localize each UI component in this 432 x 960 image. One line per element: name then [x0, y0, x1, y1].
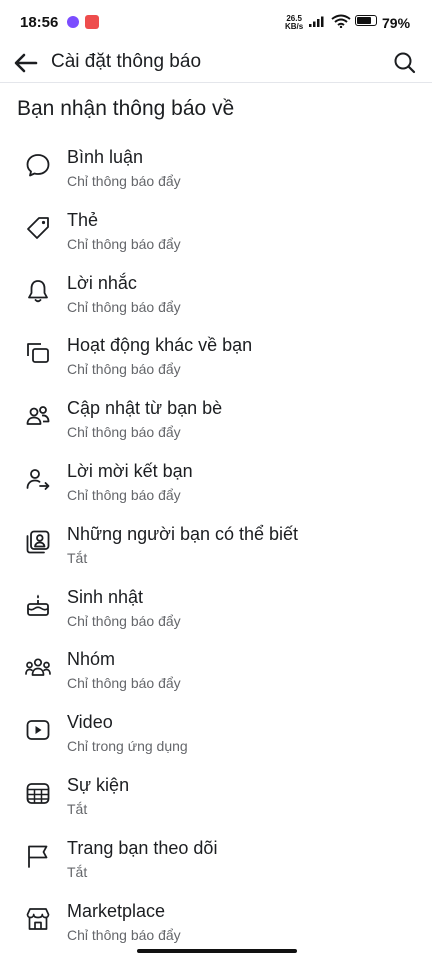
network-speed-unit: KB/s [285, 22, 304, 31]
battery-icon [355, 15, 377, 26]
setting-status: Chỉ thông báo đẩy [67, 486, 181, 503]
setting-label: Marketplace [67, 900, 166, 921]
setting-label: Sự kiện [67, 774, 130, 795]
groups-icon [25, 658, 51, 677]
setting-label: Lời mời kết bạn [67, 460, 193, 481]
setting-status: Tắt [67, 800, 88, 817]
setting-label: Nhóm [67, 649, 116, 670]
setting-row-other-activity[interactable]: Hoạt động khác về bạn Chỉ thông báo đẩy [0, 329, 432, 392]
setting-label: Video [67, 712, 113, 733]
setting-label: Thẻ [67, 209, 99, 230]
setting-row-people-you-may-know[interactable]: Những người bạn có thể biết Tắt [0, 518, 432, 581]
setting-status: Tắt [67, 549, 88, 566]
setting-label: Lời nhắc [67, 272, 137, 293]
setting-label: Những người bạn có thể biết [67, 523, 299, 544]
setting-label: Hoạt động khác về bạn [67, 335, 253, 356]
setting-row-pages-you-follow[interactable]: Trang bạn theo dõi Tắt [0, 832, 432, 895]
setting-row-video[interactable]: Video Chỉ trong ứng dụng [0, 706, 432, 769]
video-icon [26, 720, 50, 741]
setting-status: Tắt [67, 863, 88, 880]
setting-row-comments[interactable]: Bình luận Chỉ thông báo đẩy [0, 141, 432, 204]
setting-row-events[interactable]: Sự kiện Tắt [0, 769, 432, 832]
setting-row-marketplace[interactable]: Marketplace Chỉ thông báo đẩy [0, 895, 432, 958]
battery-percent: 79% [382, 15, 411, 31]
flag-icon [28, 845, 48, 868]
setting-label: Cập nhật từ bạn bè [67, 398, 223, 419]
setting-label: Bình luận [67, 147, 144, 167]
header-divider [0, 82, 432, 83]
page-title: Cài đặt thông báo [51, 51, 202, 72]
search-icon[interactable] [391, 49, 419, 77]
setting-status: Chỉ trong ứng dụng [67, 738, 188, 755]
people-you-may-know-icon [26, 530, 50, 554]
messenger-notification-icon [67, 16, 79, 28]
section-title: Bạn nhận thông báo về [17, 97, 235, 120]
setting-status: Chỉ thông báo đẩy [67, 235, 181, 252]
friends-icon [26, 406, 50, 426]
setting-status: Chỉ thông báo đẩy [67, 298, 181, 315]
app-header: Cài đặt thông báo [0, 44, 432, 82]
bell-icon [28, 279, 48, 302]
notification-settings-list: Bình luận Chỉ thông báo đẩy Thẻ Chỉ thôn… [0, 141, 432, 957]
wifi-icon [331, 14, 351, 28]
setting-row-reminders[interactable]: Lời nhắc Chỉ thông báo đẩy [0, 267, 432, 330]
cell-signal-icon [309, 16, 324, 27]
setting-row-friend-updates[interactable]: Cập nhật từ bạn bè Chỉ thông báo đẩy [0, 392, 432, 455]
setting-status: Chỉ thông báo đẩy [67, 424, 181, 441]
setting-row-groups[interactable]: Nhóm Chỉ thông báo đẩy [0, 643, 432, 706]
setting-label: Sinh nhật [67, 586, 144, 607]
friend-request-icon [26, 469, 50, 490]
setting-status: Chỉ thông báo đẩy [67, 926, 181, 943]
activity-icon [27, 343, 49, 364]
comment-icon [26, 154, 50, 177]
setting-status: Chỉ thông báo đẩy [67, 173, 181, 189]
setting-row-friend-requests[interactable]: Lời mời kết bạn Chỉ thông báo đẩy [0, 455, 432, 518]
marketplace-shop-icon [26, 907, 50, 930]
tag-icon [27, 216, 49, 239]
back-arrow-icon[interactable] [12, 49, 40, 77]
setting-status: Chỉ thông báo đẩy [67, 675, 181, 692]
setting-label: Trang bạn theo dõi [67, 837, 218, 858]
setting-row-tags[interactable]: Thẻ Chỉ thông báo đẩy [0, 204, 432, 267]
status-bar: 18:56 26.5 KB/s 79% [0, 0, 432, 44]
status-time: 18:56 [20, 14, 59, 31]
calendar-icon [26, 783, 50, 804]
setting-row-birthdays[interactable]: Sinh nhật Chỉ thông báo đẩy [0, 581, 432, 644]
setting-status: Chỉ thông báo đẩy [67, 612, 181, 629]
home-indicator[interactable] [137, 949, 297, 953]
setting-status: Chỉ thông báo đẩy [67, 361, 181, 378]
network-speed: 26.5 KB/s [285, 15, 303, 31]
app-notification-icon [85, 15, 99, 29]
birthday-cake-icon [27, 594, 49, 616]
